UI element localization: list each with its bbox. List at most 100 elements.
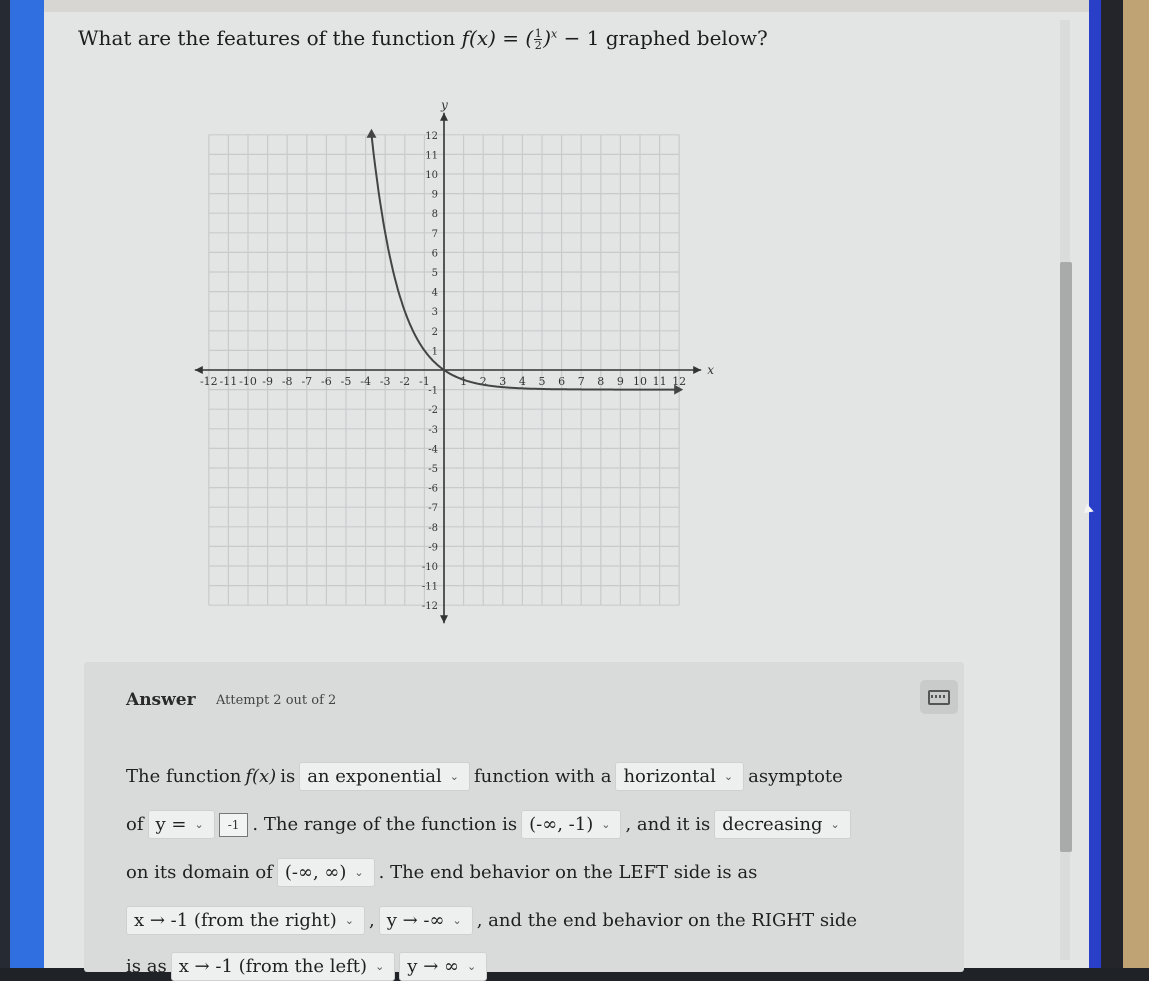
question-prefix: What are the features of the function: [78, 26, 456, 50]
answer-label: Answer: [126, 690, 196, 710]
x-axis-right-arrow: [693, 366, 702, 374]
scrollbar-thumb[interactable]: [1060, 262, 1072, 852]
fraction: 12: [534, 27, 543, 52]
dropdown-value: y → -∞: [386, 910, 445, 931]
answer-line-3: on its domain of (-∞, ∞) ⌄ . The end beha…: [126, 858, 757, 887]
chevron-down-icon: ⌄: [467, 960, 477, 973]
text: of: [126, 814, 144, 835]
x-tick-label: -3: [380, 375, 391, 388]
x-tick-label: 6: [558, 375, 565, 388]
right-end-x-dropdown[interactable]: x → -1 (from the left) ⌄: [170, 952, 396, 981]
y-tick-label: 6: [432, 248, 438, 259]
x-tick-label: -9: [262, 375, 273, 388]
y-tick-label: -2: [428, 405, 438, 416]
dropdown-value: (-∞, ∞): [284, 862, 347, 883]
left-end-y-dropdown[interactable]: y → -∞ ⌄: [378, 906, 473, 935]
y-axis-up-arrow: [440, 112, 448, 121]
y-tick-label: 5: [432, 268, 438, 279]
x-tick-label: -8: [282, 375, 293, 388]
y-tick-label: -5: [428, 464, 438, 475]
y-tick-label: 8: [432, 209, 438, 220]
screen: What are the features of the function f(…: [44, 0, 1089, 981]
curve-arrow-top: [366, 128, 377, 138]
text: ,: [369, 910, 375, 931]
left-end-x-dropdown[interactable]: x → -1 (from the right) ⌄: [126, 906, 365, 935]
chevron-down-icon: ⌄: [194, 818, 204, 831]
y-tick-label: -6: [428, 484, 438, 495]
chevron-down-icon: ⌄: [375, 960, 385, 973]
text: on its domain of: [126, 862, 273, 883]
y-tick-label: 4: [432, 288, 438, 299]
y-tick-label: -4: [428, 444, 438, 455]
x-tick-label: 4: [519, 375, 526, 388]
text: , and it is: [625, 814, 711, 835]
chevron-down-icon: ⌄: [452, 914, 462, 927]
y-tick-label: 9: [432, 190, 438, 201]
domain-dropdown[interactable]: (-∞, ∞) ⌄: [276, 858, 375, 887]
y-tick-label: 2: [432, 327, 438, 338]
asymptote-variable-dropdown[interactable]: y = ⌄: [147, 810, 215, 839]
y-axis-label: y: [440, 98, 448, 112]
dropdown-value: horizontal: [623, 766, 716, 787]
chevron-down-icon: ⌄: [723, 770, 734, 783]
answer-line-2: of y = ⌄ -1 . The range of the function i…: [126, 810, 851, 839]
keyboard-button[interactable]: [920, 680, 958, 714]
frac-num: 1: [534, 27, 542, 40]
y-tick-label: 11: [425, 150, 438, 161]
answer-panel: Answer Attempt 2 out of 2 The function f…: [84, 662, 964, 981]
dropdown-value: an exponential: [307, 766, 442, 787]
dropdown-value: (-∞, -1): [529, 814, 594, 835]
x-axis-left-arrow: [194, 366, 203, 374]
answer-line-4: x → -1 (from the right) ⌄ , y → -∞ ⌄ , and…: [126, 906, 857, 935]
x-tick-label: -4: [360, 375, 371, 388]
y-tick-label: 3: [432, 307, 438, 318]
top-strip: [44, 0, 1089, 12]
asymptote-type-dropdown[interactable]: horizontal ⌄: [615, 762, 745, 791]
asymptote-value-input[interactable]: -1: [218, 812, 249, 837]
chevron-down-icon: ⌄: [449, 770, 459, 783]
text: The function: [126, 766, 242, 787]
x-tick-label: -7: [301, 375, 312, 388]
attempt-counter: Attempt 2 out of 2: [216, 693, 337, 708]
y-tick-label: -9: [428, 542, 438, 553]
x-tick-label: -6: [321, 375, 332, 388]
y-tick-label: -7: [428, 503, 438, 514]
answer-line-5: is as x → -1 (from the left) ⌄ y → ∞ ⌄: [126, 952, 488, 981]
x-tick-label: 5: [539, 375, 546, 388]
question-text: What are the features of the function f(…: [78, 26, 768, 51]
func-tail: − 1: [557, 26, 600, 50]
text: function with a: [473, 766, 612, 787]
monotonicity-dropdown[interactable]: decreasing ⌄: [714, 810, 851, 839]
function-type-dropdown[interactable]: an exponential ⌄: [299, 762, 470, 791]
y-tick-label: -11: [422, 582, 438, 593]
x-tick-label: 8: [597, 375, 604, 388]
x-axis-label: x: [707, 363, 714, 377]
function-graph: xy-12 -11 -10 -9 -8 -7 -6 -5 -4 -3 -2 -1 1 2 3 4 5 6 7 8 9 10…: [194, 98, 714, 624]
y-tick-label: -8: [428, 523, 438, 534]
x-tick-label: 9: [617, 375, 624, 388]
dropdown-value: y =: [155, 814, 187, 835]
text: is: [280, 766, 296, 787]
frac-den: 2: [534, 39, 542, 52]
y-tick-label: -1: [428, 386, 438, 397]
x-tick-label: 10: [633, 375, 647, 388]
x-tick-label: -2: [399, 375, 410, 388]
text: asymptote: [748, 766, 843, 787]
keyboard-icon: [928, 689, 950, 705]
func-lhs: f(x) = (: [461, 26, 534, 50]
function-expression: f(x) = (1 2)x − 1: [461, 26, 606, 52]
range-dropdown[interactable]: (-∞, -1) ⌄: [521, 810, 622, 839]
dropdown-value: y → ∞: [407, 956, 459, 977]
chevron-down-icon: ⌄: [601, 818, 611, 831]
question-suffix: graphed below?: [605, 26, 768, 50]
y-tick-label: -10: [422, 562, 438, 573]
x-tick-label: -11: [220, 375, 238, 388]
text: is as: [126, 956, 167, 977]
chevron-down-icon: ⌄: [344, 914, 354, 927]
y-tick-label: 7: [432, 229, 438, 240]
dropdown-value: decreasing: [722, 814, 823, 835]
y-axis-down-arrow: [440, 615, 448, 624]
y-tick-label: 10: [425, 170, 438, 181]
right-end-y-dropdown[interactable]: y → ∞ ⌄: [399, 952, 488, 981]
text: , and the end behavior on the RIGHT side: [476, 910, 858, 931]
